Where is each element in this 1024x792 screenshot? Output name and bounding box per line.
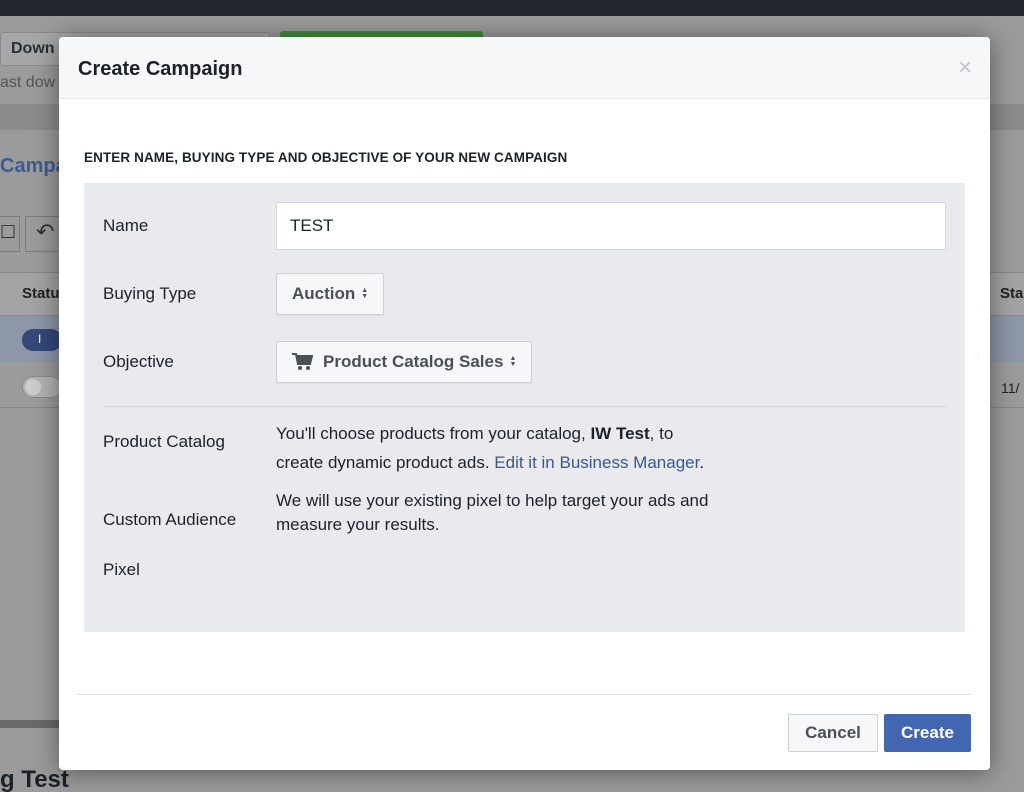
checkbox-icon[interactable]: ☐ [0, 216, 20, 252]
catalog-text: create dynamic product ads. [276, 453, 495, 472]
audience-text: measure your results. [276, 515, 440, 534]
audience-text: We will use your existing pixel to help … [276, 491, 709, 510]
sort-arrows-icon: ▲ ▼ [361, 287, 369, 300]
catalog-text: . [699, 453, 705, 472]
dialog-title: Create Campaign [78, 58, 243, 80]
product-catalog-label: Product Catalog [103, 432, 225, 451]
product-catalog-description: You'll choose products from your catalog… [276, 419, 704, 477]
campaigns-tab[interactable]: Campa [0, 155, 67, 178]
download-subtext: ast dow [0, 74, 56, 91]
scrollbar[interactable] [0, 720, 60, 728]
campaign-name-input[interactable] [276, 202, 946, 250]
status-column-header-right[interactable]: Sta [1000, 285, 1023, 302]
catalog-title: g Test [0, 766, 69, 792]
status-column-header[interactable]: Statu [22, 285, 60, 302]
campaign-toggle-off[interactable] [22, 376, 62, 398]
create-campaign-dialog: Create Campaign × ENTER NAME, BUYING TYP… [59, 37, 990, 770]
dialog-header: Create Campaign × [59, 37, 990, 99]
catalog-name: IW Test [590, 424, 650, 443]
shopping-cart-icon [292, 353, 314, 370]
close-icon[interactable]: × [958, 56, 972, 80]
cancel-button[interactable]: Cancel [788, 714, 878, 752]
section-heading: ENTER NAME, BUYING TYPE AND OBJECTIVE OF… [84, 150, 568, 165]
top-navigation-bar [0, 0, 1024, 16]
buying-type-label: Buying Type [103, 284, 197, 303]
objective-select[interactable]: Product Catalog Sales ▲ ▼ [276, 341, 533, 383]
campaign-form-panel: Name Buying Type Auction ▲▼ Objective Pr… [84, 183, 965, 632]
custom-audience-label: Custom Audience [103, 510, 237, 529]
catalog-text: , to [649, 424, 674, 443]
date-cell: 11/ [1001, 380, 1020, 396]
objective-value: Product Catalog Sales [323, 352, 504, 371]
create-button[interactable]: Create [884, 714, 971, 752]
pixel-label: Pixel [103, 560, 140, 579]
custom-audience-description: We will use your existing pixel to help … [276, 489, 708, 537]
business-manager-link[interactable]: Edit it in Business Manager [494, 453, 699, 472]
name-label: Name [103, 216, 149, 235]
campaign-toggle-on[interactable]: I [22, 329, 62, 351]
catalog-text: You'll choose products from your catalog… [276, 424, 591, 443]
buying-type-select[interactable]: Auction ▲ ▼ [276, 273, 385, 315]
buying-type-value: Auction [292, 284, 356, 303]
footer-divider [77, 694, 971, 695]
objective-label: Objective [103, 352, 174, 371]
sort-arrows-icon: ▲ ▼ [509, 355, 517, 368]
form-divider [103, 406, 946, 407]
